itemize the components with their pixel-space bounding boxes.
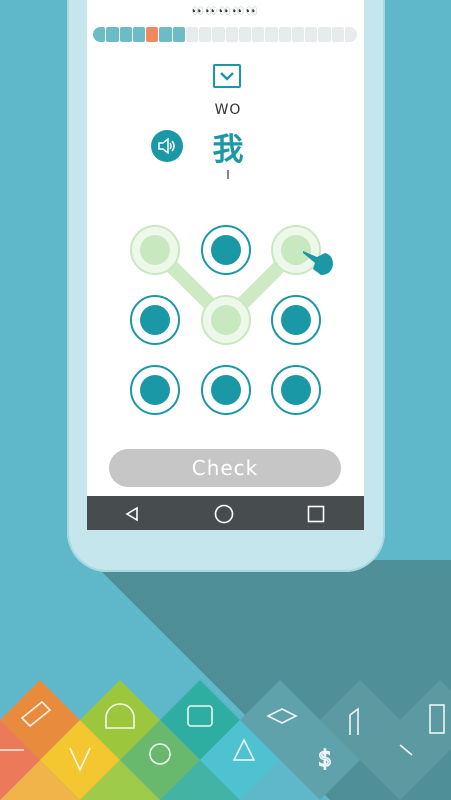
home-button[interactable] <box>213 503 235 525</box>
pointing-hand-icon <box>303 251 333 275</box>
pattern-node-4[interactable] <box>130 295 180 345</box>
pattern-node-7[interactable] <box>130 365 180 415</box>
pattern-node-2[interactable] <box>201 225 251 275</box>
pattern-node-dot <box>140 235 170 265</box>
android-nav-bar <box>87 496 364 530</box>
back-triangle-icon <box>125 506 138 522</box>
pattern-node-1[interactable] <box>130 225 180 275</box>
check-button[interactable]: Check <box>109 449 341 487</box>
pattern-node-dot <box>211 375 241 405</box>
pattern-node-5[interactable] <box>201 295 251 345</box>
pattern-node-dot <box>140 375 170 405</box>
home-circle-icon <box>214 504 234 524</box>
pattern-node-9[interactable] <box>271 365 321 415</box>
pattern-node-dot <box>140 305 170 335</box>
back-button[interactable] <box>121 503 143 525</box>
pattern-node-dot <box>211 235 241 265</box>
pattern-node-dot <box>211 305 241 335</box>
dollar-icon: $ <box>318 747 332 772</box>
pattern-node-6[interactable] <box>271 295 321 345</box>
pattern-node-8[interactable] <box>201 365 251 415</box>
app-screen: 👀👀👀👀👀 WO 我 I Check <box>87 0 364 530</box>
pattern-node-dot <box>281 305 311 335</box>
recent-square-icon <box>307 505 325 523</box>
recent-apps-button[interactable] <box>305 503 327 525</box>
pattern-grid <box>87 0 364 440</box>
pattern-node-dot <box>281 375 311 405</box>
